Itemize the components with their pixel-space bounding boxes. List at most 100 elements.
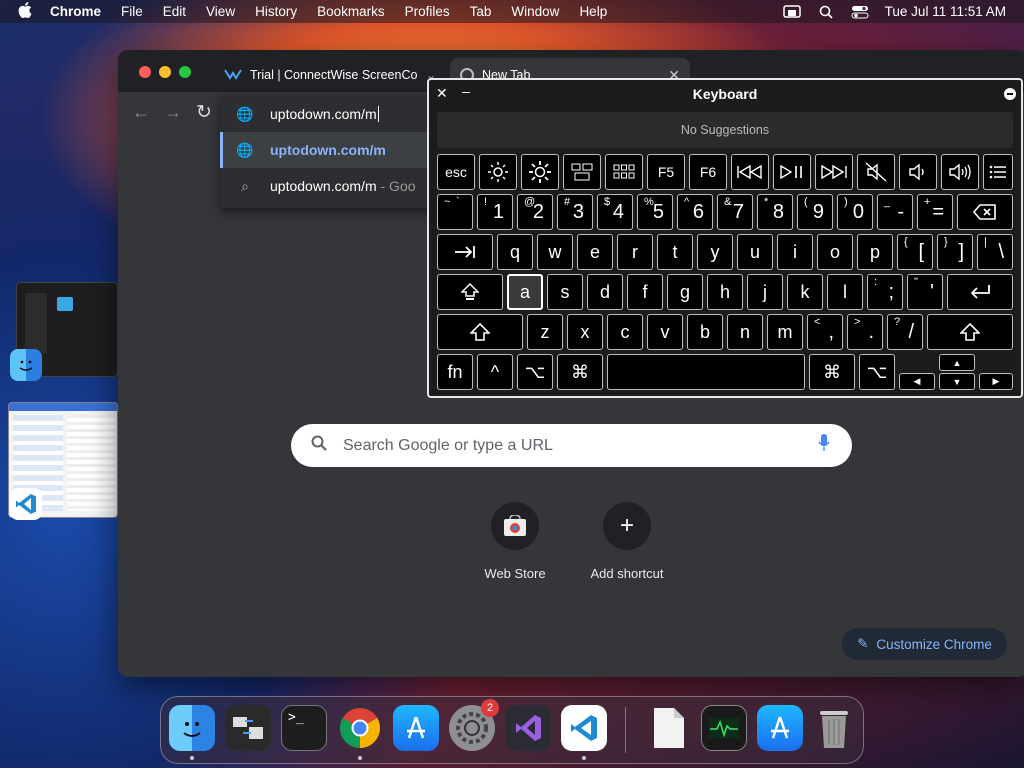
fast-forward-icon[interactable] [815,154,853,190]
menu-help[interactable]: Help [579,4,607,19]
microphone-icon[interactable] [818,434,830,457]
key-t[interactable]: t [657,234,693,270]
visual-studio-icon[interactable] [505,705,551,751]
menu-view[interactable]: View [206,4,235,19]
key-f[interactable]: f [627,274,663,310]
key-h[interactable]: h [707,274,743,310]
launchpad-icon[interactable] [605,154,643,190]
brightness-down-icon[interactable] [479,154,517,190]
volume-down-icon[interactable] [899,154,937,190]
key-m[interactable]: m [767,314,803,350]
key-c[interactable]: c [607,314,643,350]
key-3[interactable]: #3 [557,194,593,230]
key-v[interactable]: v [647,314,683,350]
key-backslash[interactable]: | \ [977,234,1013,270]
migration-assistant-icon[interactable] [225,705,271,751]
reload-icon[interactable]: ↻ [196,101,212,124]
key-f5[interactable]: F5 [647,154,685,190]
key-0[interactable]: ) 0 [837,194,873,230]
screen-mirroring-icon[interactable] [782,4,801,19]
shortcut-add[interactable]: + Add shortcut [572,502,682,581]
omnibox-input[interactable]: uptodown.com/m [270,106,377,122]
ntp-search-box[interactable]: Search Google or type a URL [291,424,852,467]
key-7[interactable]: & 7 [717,194,753,230]
key-comma[interactable]: <, [807,314,843,350]
key-8[interactable]: * 8 [757,194,793,230]
menu-file[interactable]: File [121,4,143,19]
key-j[interactable]: j [747,274,783,310]
key-u[interactable]: u [737,234,773,270]
key-n[interactable]: n [727,314,763,350]
menu-app-name[interactable]: Chrome [50,4,101,19]
key-b[interactable]: b [687,314,723,350]
play-pause-icon[interactable] [773,154,811,190]
shift-right-icon[interactable] [927,314,1013,350]
minimize-window-button[interactable] [159,66,171,78]
app-store-download-icon[interactable] [757,705,803,751]
key-esc[interactable]: esc [437,154,475,190]
key-equals[interactable]: + = [917,194,953,230]
key-w[interactable]: w [537,234,573,270]
vscode-app-icon[interactable] [10,488,42,520]
shift-left-icon[interactable] [437,314,523,350]
key-5[interactable]: % 5 [637,194,673,230]
forward-arrow-icon[interactable]: → [164,102,182,123]
key-d[interactable]: d [587,274,623,310]
arrow-down-icon[interactable]: ▼ [939,373,975,390]
back-arrow-icon[interactable]: ← [132,102,150,123]
key-left-bracket[interactable]: {[ [897,234,933,270]
finder-app-icon[interactable] [10,349,42,381]
app-store-icon[interactable] [393,705,439,751]
menu-clock[interactable]: Tue Jul 11 11:51 AM [885,4,1006,19]
key-a[interactable]: a [507,274,543,310]
key-minus[interactable]: _ - [877,194,913,230]
spotlight-search-icon[interactable] [817,5,835,19]
key-control[interactable]: ^ [477,354,513,390]
caps-lock-icon[interactable] [437,274,503,310]
key-semicolon[interactable]: :; [867,274,903,310]
delete-icon[interactable] [957,194,1013,230]
visual-studio-code-icon[interactable] [561,705,607,751]
key-right-bracket[interactable]: }] [937,234,973,270]
system-settings-icon[interactable]: 2 [449,699,499,751]
menu-window[interactable]: Window [511,4,559,19]
key-z[interactable]: z [527,314,563,350]
control-center-icon[interactable] [851,5,869,19]
key-r[interactable]: r [617,234,653,270]
key-tilde[interactable]: ~ ` [437,194,473,230]
return-icon[interactable] [947,274,1013,310]
trash-icon[interactable] [811,705,857,751]
key-s[interactable]: s [547,274,583,310]
google-chrome-icon[interactable] [337,705,383,751]
list-icon[interactable] [983,154,1013,190]
key-q[interactable]: q [497,234,533,270]
apple-menu-icon[interactable] [18,2,32,21]
arrow-right-icon[interactable]: ▶ [979,373,1013,390]
key-f6[interactable]: F6 [689,154,727,190]
mission-control-icon[interactable] [563,154,601,190]
menu-tab[interactable]: Tab [470,4,492,19]
key-p[interactable]: p [857,234,893,270]
arrow-up-icon[interactable]: ▲ [939,354,975,371]
menu-bookmarks[interactable]: Bookmarks [317,4,385,19]
document-icon[interactable] [645,705,691,751]
key-y[interactable]: y [697,234,733,270]
rewind-icon[interactable] [731,154,769,190]
key-i[interactable]: i [777,234,813,270]
key-period[interactable]: >. [847,314,883,350]
mute-icon[interactable] [857,154,895,190]
menu-history[interactable]: History [255,4,297,19]
tab-key-icon[interactable] [437,234,493,270]
menu-edit[interactable]: Edit [163,4,186,19]
key-e[interactable]: e [577,234,613,270]
shortcut-web-store[interactable]: Web Store [460,502,570,581]
key-command-left[interactable]: ⌘ [557,354,603,390]
brightness-up-icon[interactable] [521,154,559,190]
key-6[interactable]: ^ 6 [677,194,713,230]
key-option-left[interactable]: ⌥ [517,354,553,390]
key-2[interactable]: @2 [517,194,553,230]
tab-connectwise[interactable]: Trial | ConnectWise ScreenCon ⌄ [214,58,446,92]
volume-up-icon[interactable] [941,154,979,190]
key-g[interactable]: g [667,274,703,310]
key-quote[interactable]: " ' [907,274,943,310]
